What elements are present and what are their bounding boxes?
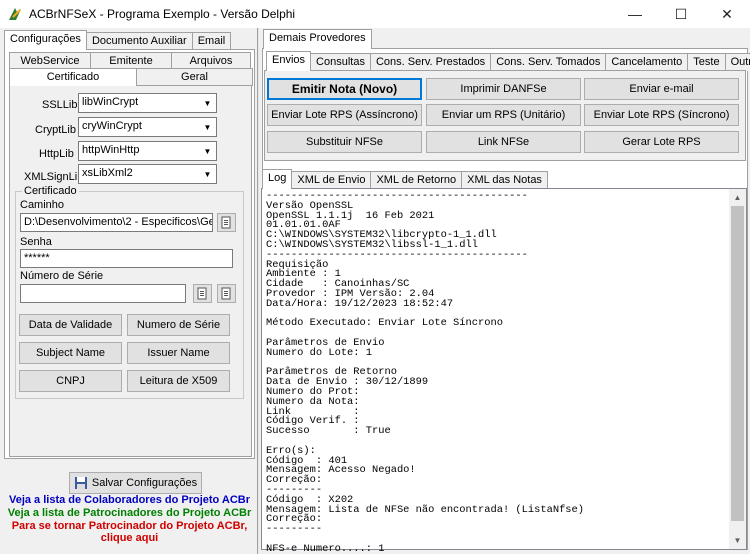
save-icon	[74, 477, 87, 489]
caminho-label: Caminho	[20, 199, 65, 211]
enviar-lote-sincrono-button[interactable]: Enviar Lote RPS (Síncrono)	[584, 104, 739, 126]
tab-demais-provedores[interactable]: Demais Provedores	[263, 29, 372, 49]
title-bar: ACBrNFSeX - Programa Exemplo - Versão De…	[0, 0, 750, 28]
splitter[interactable]	[257, 28, 259, 554]
httplib-select[interactable]: httpWinHttp ▼	[78, 141, 217, 161]
log-scrollbar[interactable]: ▲ ▼	[729, 189, 746, 549]
ssllib-label: SSLLib	[42, 99, 78, 111]
select-serie-button[interactable]	[193, 284, 212, 303]
caminho-input[interactable]: D:\Desenvolvimento\2 - Especificos\GeoAs…	[20, 213, 213, 232]
salvar-label: Salvar Configurações	[91, 477, 198, 489]
httplib-label: HttpLib	[39, 148, 74, 160]
envios-tabstrip: Envios Consultas Cons. Serv. Prestados C…	[266, 51, 750, 71]
browse-caminho-button[interactable]	[217, 213, 236, 232]
tab-cancelamento[interactable]: Cancelamento	[605, 53, 689, 71]
tab-outros[interactable]: Outros	[724, 53, 750, 71]
cnpj-button[interactable]: CNPJ	[19, 370, 122, 392]
xmlsignlib-value: xsLibXml2	[82, 167, 133, 179]
patrocinadores-link[interactable]: Veja a lista de Patrocinadores do Projet…	[4, 507, 255, 519]
tab-consultas[interactable]: Consultas	[310, 53, 371, 71]
log-tabstrip: Log XML de Envio XML de Retorno XML das …	[262, 169, 548, 189]
httplib-value: httpWinHttp	[82, 144, 140, 156]
select-serie-alt-button[interactable]	[217, 284, 236, 303]
scrollbar-thumb[interactable]	[731, 206, 744, 521]
window-title: ACBrNFSeX - Programa Exemplo - Versão De…	[29, 7, 296, 21]
tornar-patrocinador-link[interactable]: Para se tornar Patrocinador do Projeto A…	[4, 520, 255, 532]
substituir-nfse-button[interactable]: Substituir NFSe	[267, 131, 422, 153]
cryptlib-select[interactable]: cryWinCrypt ▼	[78, 117, 217, 137]
tab-email[interactable]: Email	[191, 32, 232, 50]
subtabs-row2: Certificado Geral	[9, 68, 253, 86]
numero-serie-button[interactable]: Numero de Série	[127, 314, 230, 336]
salvar-configuracoes-button[interactable]: Salvar Configurações	[69, 472, 202, 494]
cryptlib-value: cryWinCrypt	[82, 120, 142, 132]
file-icon	[197, 287, 207, 300]
xmlsignlib-select[interactable]: xsLibXml2 ▼	[78, 164, 217, 184]
chevron-down-icon: ▼	[203, 98, 212, 108]
ssllib-value: libWinCrypt	[82, 96, 139, 108]
tab-certificado[interactable]: Certificado	[9, 68, 137, 86]
tab-xml-notas[interactable]: XML das Notas	[461, 171, 548, 189]
enviar-email-button[interactable]: Enviar e-mail	[584, 78, 739, 100]
enviar-rps-unitario-button[interactable]: Enviar um RPS (Unitário)	[426, 104, 581, 126]
ssllib-select[interactable]: libWinCrypt ▼	[78, 93, 217, 113]
data-validade-button[interactable]: Data de Validade	[19, 314, 122, 336]
minimize-icon[interactable]: —	[612, 0, 658, 28]
link-nfse-button[interactable]: Link NFSe	[426, 131, 581, 153]
chevron-down-icon: ▼	[203, 146, 212, 156]
certificado-title: Certificado	[22, 185, 79, 197]
close-icon[interactable]: ✕	[704, 0, 750, 28]
chevron-down-icon: ▼	[203, 122, 212, 132]
senha-input[interactable]: ******	[20, 249, 233, 268]
tab-envios[interactable]: Envios	[266, 51, 312, 71]
xmlsignlib-label: XMLSignLib	[24, 171, 84, 183]
serie-label: Número de Série	[20, 270, 104, 282]
chevron-down-icon[interactable]: ▼	[729, 532, 746, 549]
enviar-lote-assincrono-button[interactable]: Enviar Lote RPS (Assíncrono)	[267, 104, 422, 126]
tab-cons-serv-prestados[interactable]: Cons. Serv. Prestados	[369, 53, 492, 71]
left-tabstrip: Configurações Documento Auxiliar Email	[4, 30, 232, 50]
file-icon	[221, 287, 231, 300]
tab-xml-envio[interactable]: XML de Envio	[291, 171, 372, 189]
tab-geral[interactable]: Geral	[136, 68, 253, 86]
imprimir-danfse-button[interactable]: Imprimir DANFSe	[426, 78, 581, 100]
colaboradores-link[interactable]: Veja a lista de Colaboradores do Projeto…	[4, 494, 255, 506]
tab-teste[interactable]: Teste	[687, 53, 726, 71]
clique-aqui-link[interactable]: clique aqui	[4, 532, 255, 544]
app-icon	[9, 8, 21, 20]
tab-cons-serv-tomados[interactable]: Cons. Serv. Tomados	[490, 53, 607, 71]
log-text: ----------------------------------------…	[266, 190, 585, 554]
subject-name-button[interactable]: Subject Name	[19, 342, 122, 364]
senha-label: Senha	[20, 236, 52, 248]
tab-configuracoes[interactable]: Configurações	[4, 30, 87, 50]
chevron-up-icon[interactable]: ▲	[729, 189, 746, 206]
maximize-icon[interactable]: ☐	[658, 0, 704, 28]
cryptlib-label: CryptLib	[35, 124, 76, 136]
gerar-lote-rps-button[interactable]: Gerar Lote RPS	[584, 131, 739, 153]
tab-documento-auxiliar[interactable]: Documento Auxiliar	[85, 32, 193, 50]
serie-input[interactable]	[20, 284, 186, 303]
issuer-name-button[interactable]: Issuer Name	[127, 342, 230, 364]
tab-log[interactable]: Log	[262, 169, 293, 189]
right-top-tabstrip: Demais Provedores	[263, 29, 372, 49]
tab-xml-retorno[interactable]: XML de Retorno	[370, 171, 463, 189]
emitir-nota-button[interactable]: Emitir Nota (Novo)	[267, 78, 422, 100]
file-icon	[221, 216, 231, 229]
log-memo[interactable]: ----------------------------------------…	[261, 188, 747, 554]
leitura-x509-button[interactable]: Leitura de X509	[127, 370, 230, 392]
chevron-down-icon: ▼	[203, 169, 212, 179]
